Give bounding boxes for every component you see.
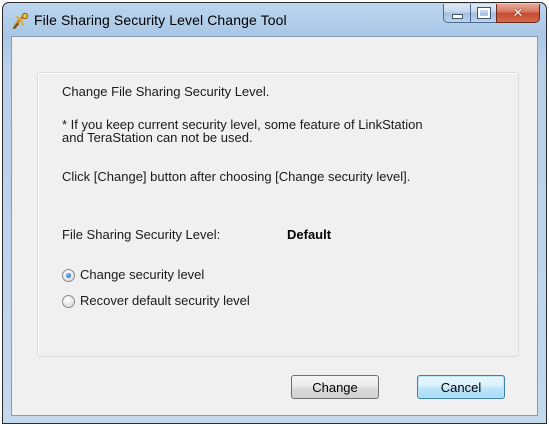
radio-label-recover: Recover default security level: [80, 293, 250, 308]
title-bar[interactable]: File Sharing Security Level Change Tool …: [3, 3, 546, 37]
dialog-client-area: Change File Sharing Security Level. * If…: [11, 36, 538, 416]
maximize-icon: [476, 7, 491, 19]
radio-label-change: Change security level: [80, 267, 205, 282]
content-panel: [37, 72, 519, 357]
radio-selected-dot: [66, 272, 71, 278]
instruction-text: Click [Change] button after choosing [Ch…: [62, 169, 411, 184]
minimize-icon: [451, 14, 463, 19]
radio-button-unselected[interactable]: [62, 294, 75, 308]
security-level-label: File Sharing Security Level:: [62, 227, 221, 242]
app-icon: [13, 12, 29, 29]
change-button[interactable]: Change: [291, 375, 379, 399]
cancel-button[interactable]: Cancel: [417, 375, 505, 399]
close-icon: ✕: [512, 5, 524, 21]
warning-text: * If you keep current security level, so…: [62, 117, 423, 145]
heading-text: Change File Sharing Security Level.: [62, 84, 270, 99]
minimize-button[interactable]: [443, 4, 470, 23]
close-button[interactable]: ✕: [496, 4, 540, 23]
security-level-value: Default: [287, 227, 332, 242]
radio-button-selected[interactable]: [62, 268, 75, 282]
dialog-window: File Sharing Security Level Change Tool …: [2, 2, 547, 424]
maximize-button[interactable]: [470, 4, 496, 23]
window-title: File Sharing Security Level Change Tool: [34, 12, 287, 28]
radio-change-security-level[interactable]: Change security level: [62, 268, 204, 282]
radio-recover-default-level[interactable]: Recover default security level: [62, 294, 250, 308]
caption-buttons: ✕: [443, 4, 540, 24]
